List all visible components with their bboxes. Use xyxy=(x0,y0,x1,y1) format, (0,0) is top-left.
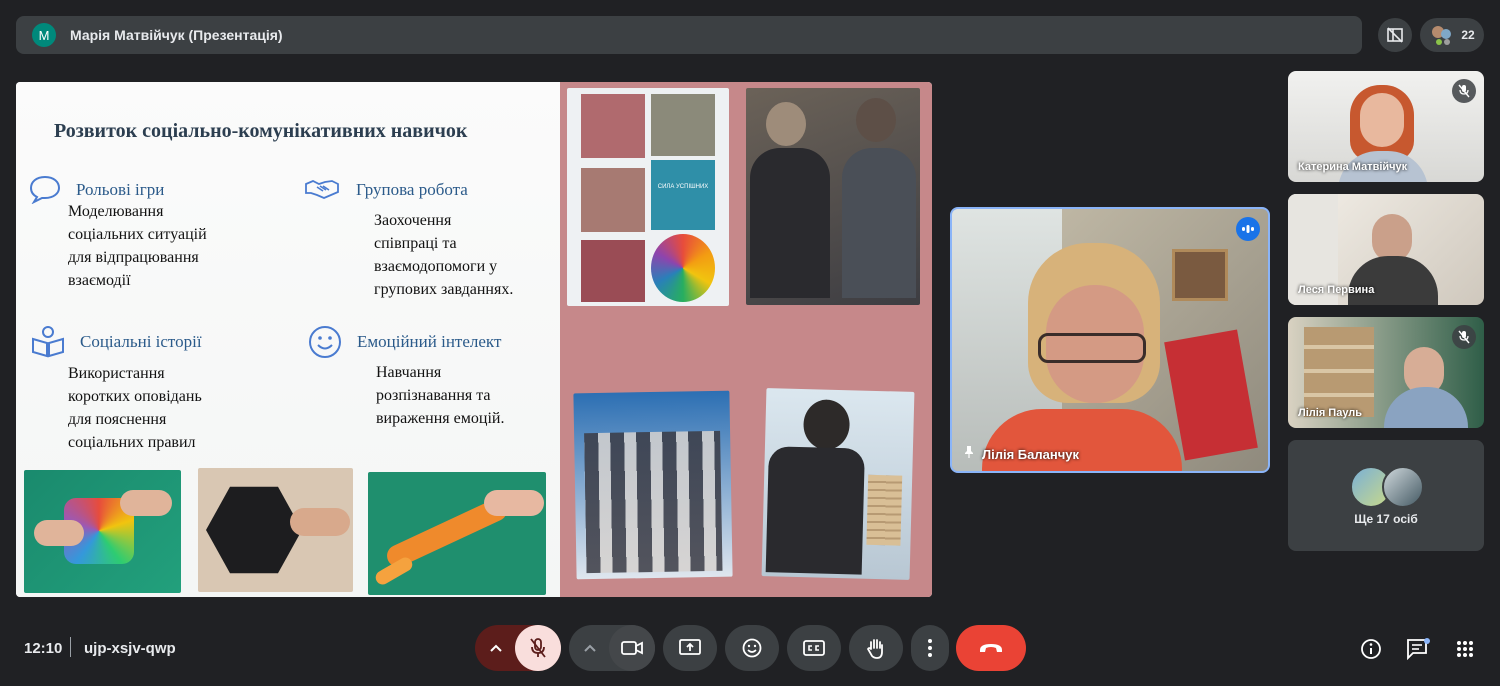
participant-tile-liliia[interactable]: Лілія Пауль xyxy=(1288,317,1484,428)
participant-tile-kateryna[interactable]: Катерина Матвійчук xyxy=(1288,71,1484,182)
reactions-button[interactable] xyxy=(725,625,779,671)
section-text-emotional-intelligence: Навчання розпізнавання та вираження емоц… xyxy=(376,364,505,427)
speaking-indicator xyxy=(1236,217,1260,241)
students-table-photo xyxy=(746,88,920,305)
participant-tile-lesia[interactable]: Леся Первина xyxy=(1288,194,1484,305)
meeting-details-button[interactable] xyxy=(1356,634,1386,664)
participant-avatar xyxy=(1382,466,1424,508)
bottom-divider xyxy=(70,637,71,657)
speaker-sweater xyxy=(982,409,1182,471)
presenter-avatar: M xyxy=(32,23,56,47)
captions-button[interactable] xyxy=(787,625,841,671)
slide-title: Розвиток соціально-комунікативних навичо… xyxy=(54,120,468,142)
presentation-banner[interactable]: M Марія Матвійчук (Презентація) xyxy=(16,16,1362,54)
chat-button[interactable] xyxy=(1403,634,1433,664)
active-speaker-name: Лілія Баланчук xyxy=(982,447,1079,462)
apps-grid-icon xyxy=(1457,641,1473,657)
mic-off-icon xyxy=(1458,84,1470,98)
chevron-up-icon xyxy=(584,644,596,652)
participant-count: 22 xyxy=(1461,28,1475,42)
mic-off-badge xyxy=(1452,325,1476,349)
participant-name: Леся Первина xyxy=(1298,284,1375,296)
participants-button[interactable]: 22 xyxy=(1420,18,1484,52)
camera-control-group xyxy=(569,625,655,671)
smiley-icon xyxy=(309,326,341,358)
chevron-up-icon xyxy=(490,644,502,652)
speaker-glasses xyxy=(1038,333,1146,363)
participant-face xyxy=(1372,214,1412,262)
section-text-social-stories: Використання коротких оповідань для пояс… xyxy=(68,365,202,451)
presentation-slide: Розвиток соціально-комунікативних навичо… xyxy=(16,82,932,597)
captions-icon xyxy=(803,640,825,656)
audio-level-icon xyxy=(1242,225,1254,233)
participant-name: Лілія Пауль xyxy=(1298,407,1363,419)
section-heading-social-stories: Соціальні історії xyxy=(80,332,202,351)
emoji-icon xyxy=(742,638,762,658)
raise-hand-button[interactable] xyxy=(849,625,903,671)
participant-face xyxy=(1360,93,1404,147)
more-participants-tile[interactable]: Ще 17 осіб xyxy=(1288,440,1484,551)
layout-off-icon xyxy=(1387,27,1403,43)
present-screen-icon xyxy=(679,639,701,655)
more-vert-icon xyxy=(928,639,932,657)
camera-icon xyxy=(621,641,643,655)
mic-off-icon xyxy=(1458,330,1470,344)
participant-shirt xyxy=(1384,387,1468,428)
mic-off-badge xyxy=(1452,79,1476,103)
camera-toggle-button[interactable] xyxy=(609,625,655,671)
more-participants-label: Ще 17 осіб xyxy=(1354,512,1418,526)
student-collage-photo: СИЛА УСПІШНИХ xyxy=(567,88,729,306)
section-heading-role-games: Рольові ігри xyxy=(76,180,165,199)
chat-icon xyxy=(1407,638,1430,660)
participant-name: Катерина Матвійчук xyxy=(1298,161,1408,173)
poster-text: СИЛА УСПІШНИХ xyxy=(657,184,709,190)
raise-hand-icon xyxy=(866,639,883,659)
section-text-role-games: Моделювання соціальних ситуацій для відп… xyxy=(68,203,207,289)
more-options-button[interactable] xyxy=(911,625,949,671)
mic-off-icon xyxy=(530,638,546,658)
dragon-toy-photo xyxy=(368,472,546,595)
participants-avatars-icon xyxy=(1432,26,1452,45)
present-screen-button[interactable] xyxy=(663,625,717,671)
handshake-icon xyxy=(305,180,339,199)
hide-presentation-button[interactable] xyxy=(1378,18,1412,52)
pop-it-toy-photo xyxy=(24,470,181,593)
open-book-icon xyxy=(32,326,64,358)
mic-control-group xyxy=(475,625,561,671)
speech-bubble-icon xyxy=(29,175,61,204)
leave-call-button[interactable] xyxy=(956,625,1026,671)
activities-button[interactable] xyxy=(1450,634,1480,664)
jenga-game-photo xyxy=(761,388,915,580)
students-stretching-photo xyxy=(573,390,733,580)
video-options-button[interactable] xyxy=(569,625,611,671)
participant-shirt xyxy=(1348,256,1438,305)
meeting-code: ujp-xsjv-qwp xyxy=(84,640,176,657)
info-icon xyxy=(1361,639,1381,659)
bookshelf xyxy=(1304,327,1374,417)
end-call-icon xyxy=(980,644,1002,652)
mic-toggle-button[interactable] xyxy=(515,625,561,671)
section-text-group-work: Заохочення співпраці та взаємодопомоги у… xyxy=(374,212,514,298)
section-heading-emotional-intelligence: Емоційний інтелект xyxy=(357,332,502,351)
section-heading-group-work: Групова робота xyxy=(356,180,468,199)
wall-picture xyxy=(1172,249,1228,301)
fidget-hexagon-photo xyxy=(198,468,353,592)
clock: 12:10 xyxy=(24,640,63,657)
pin-icon[interactable] xyxy=(962,445,976,459)
presenter-title: Марія Матвійчук (Презентація) xyxy=(70,27,283,43)
active-speaker-tile[interactable]: Лілія Баланчук xyxy=(950,207,1270,473)
audio-options-button[interactable] xyxy=(475,625,517,671)
red-card xyxy=(1164,329,1258,461)
